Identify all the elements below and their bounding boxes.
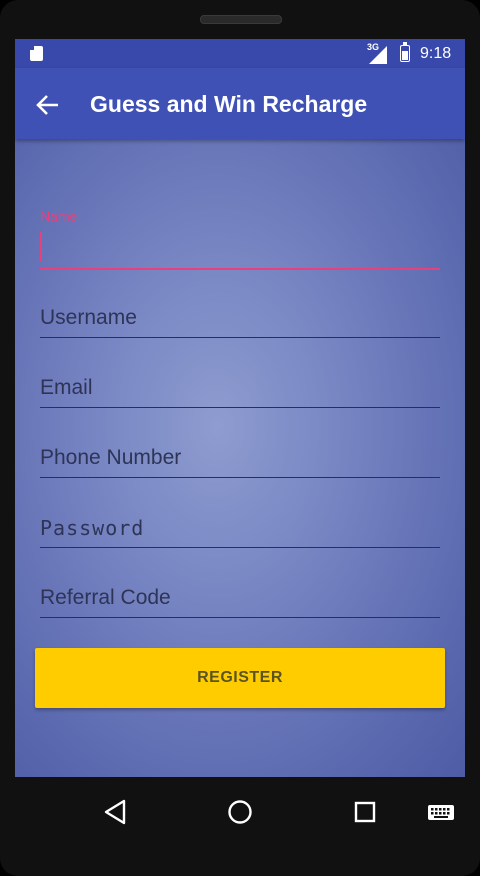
username-underline xyxy=(40,337,440,338)
email-input[interactable] xyxy=(40,370,440,406)
name-label: Name xyxy=(40,208,78,224)
email-field[interactable] xyxy=(40,358,440,408)
phone-underline xyxy=(40,477,440,478)
nav-recents-icon[interactable] xyxy=(345,791,385,831)
battery-icon xyxy=(400,42,410,62)
phone-frame: 3G 9:18 Guess and Win Recharge Name User… xyxy=(0,0,480,876)
password-underline xyxy=(40,547,440,548)
username-input[interactable] xyxy=(40,300,440,336)
email-underline xyxy=(40,407,440,408)
status-time: 9:18 xyxy=(420,45,452,62)
username-field[interactable] xyxy=(40,288,440,338)
arrow-back-icon[interactable] xyxy=(33,90,63,120)
navigation-bar xyxy=(0,777,480,847)
sd-card-icon xyxy=(30,46,43,61)
phone-field[interactable] xyxy=(40,428,440,478)
screen: 3G 9:18 Guess and Win Recharge Name User… xyxy=(15,39,465,777)
status-bar: 3G 9:18 xyxy=(15,39,465,68)
network-type: 3G xyxy=(367,42,380,52)
keyboard-icon[interactable] xyxy=(421,791,461,831)
name-field[interactable]: Name xyxy=(40,208,440,270)
name-input[interactable] xyxy=(40,232,440,268)
nav-home-icon[interactable] xyxy=(220,791,260,831)
name-underline xyxy=(40,268,440,270)
password-field[interactable] xyxy=(40,498,440,548)
referral-code-input[interactable] xyxy=(40,580,440,616)
referral-field[interactable] xyxy=(40,568,440,618)
register-form: Name Username Email Phone Number Referra… xyxy=(15,139,465,777)
register-button[interactable]: REGISTER xyxy=(35,648,445,708)
app-bar: Guess and Win Recharge xyxy=(15,68,465,139)
referral-underline xyxy=(40,617,440,618)
phone-input[interactable] xyxy=(40,440,440,476)
phone-speaker xyxy=(200,15,282,24)
nav-back-icon[interactable] xyxy=(96,791,136,831)
app-title: Guess and Win Recharge xyxy=(90,91,368,117)
password-input[interactable] xyxy=(40,510,440,546)
